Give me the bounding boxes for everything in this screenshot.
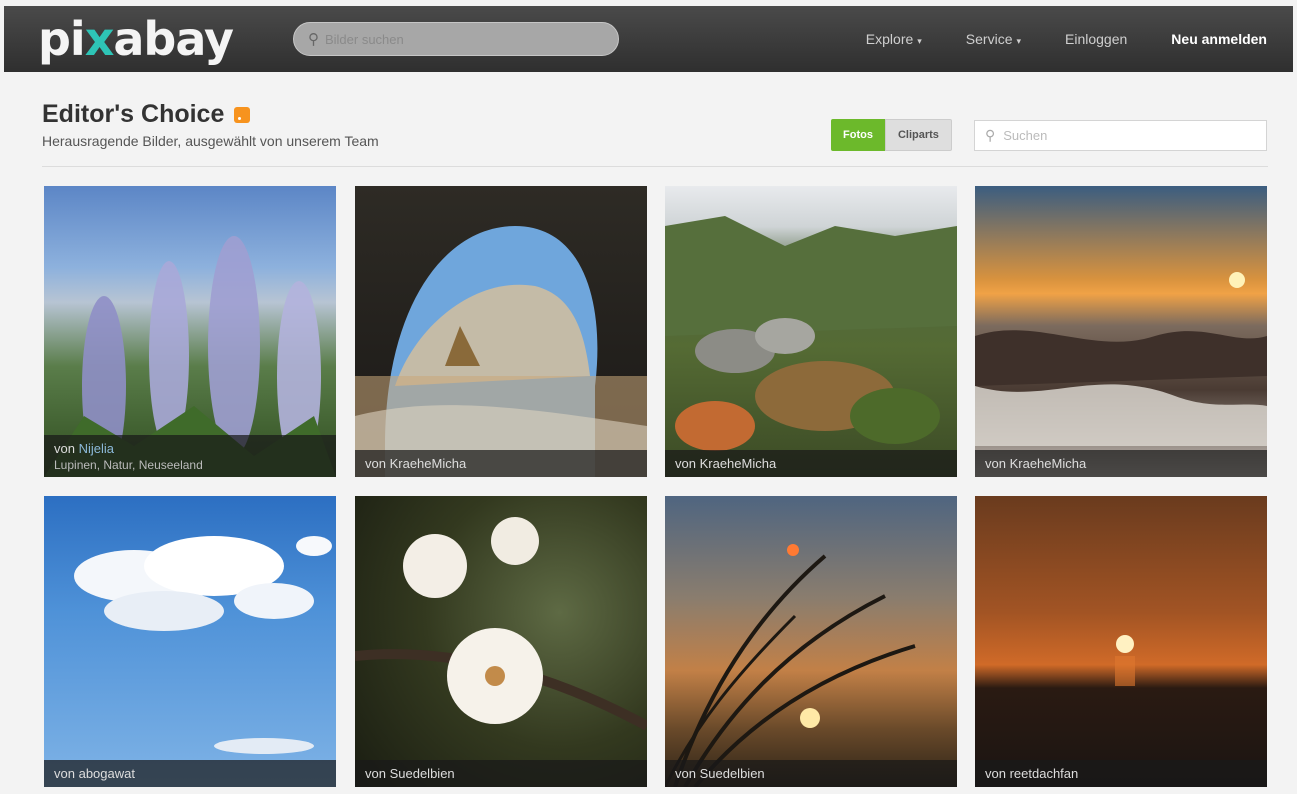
page-title: Editor's Choice	[42, 100, 379, 129]
main-nav: Explore ▾ Service ▾ Einloggen Neu anmelden	[866, 6, 1267, 72]
author-link[interactable]: KraeheMicha	[1010, 456, 1087, 471]
image-tags[interactable]: Lupinen, Natur, Neuseeland	[54, 458, 326, 472]
sea-sunset-image	[1115, 635, 1135, 686]
author-link[interactable]: Nijelia	[79, 441, 114, 456]
search-icon: ⚲	[307, 31, 319, 48]
page-header: Editor's Choice Herausragende Bilder, au…	[42, 100, 379, 149]
image-tile[interactable]: von KraeheMicha	[975, 186, 1267, 477]
image-caption: von KraeheMicha	[665, 450, 957, 477]
nav-login[interactable]: Einloggen	[1065, 31, 1127, 47]
rss-icon[interactable]	[234, 106, 251, 123]
image-caption: von Suedelbien	[665, 760, 957, 787]
filter-search-input[interactable]	[1003, 128, 1244, 143]
pixabay-logo[interactable]: pixabay	[38, 16, 234, 62]
nav-service[interactable]: Service ▾	[966, 31, 1021, 47]
fotos-button[interactable]: Fotos	[831, 119, 885, 151]
grass-sunset-image	[665, 544, 916, 787]
top-search-input[interactable]	[324, 31, 585, 47]
image-tile[interactable]: von KraeheMicha	[355, 186, 647, 477]
author-link[interactable]: Suedelbien	[700, 766, 765, 781]
image-caption: von reetdachfan	[975, 760, 1267, 787]
page-subtitle: Herausragende Bilder, ausgewählt von uns…	[42, 133, 379, 149]
author-link[interactable]: KraeheMicha	[700, 456, 777, 471]
author-link[interactable]: abogawat	[79, 766, 135, 781]
image-caption: von abogawat	[44, 760, 336, 787]
clouds-sky-image	[74, 536, 332, 754]
author-link[interactable]: reetdachfan	[1010, 766, 1079, 781]
chevron-down-icon: ▾	[1016, 36, 1022, 46]
image-tile[interactable]: von KraeheMicha	[665, 186, 957, 477]
chevron-down-icon: ▾	[917, 36, 922, 46]
nav-explore[interactable]: Explore ▾	[866, 31, 922, 47]
top-search-box[interactable]: ⚲	[292, 22, 619, 56]
image-tile[interactable]: von Suedelbien	[355, 496, 647, 787]
media-type-toggle: Fotos Cliparts	[831, 119, 952, 151]
filter-search-box[interactable]: ⚲	[974, 120, 1267, 151]
sunset-waves-image	[975, 272, 1267, 446]
author-link[interactable]: KraeheMicha	[390, 456, 467, 471]
image-tile[interactable]: von reetdachfan	[975, 496, 1267, 787]
search-icon: ⚲	[985, 127, 996, 143]
cathedral-cove-image	[355, 226, 647, 477]
image-caption: von KraeheMicha	[355, 450, 647, 477]
mountain-rocks-image	[665, 216, 957, 451]
image-tile[interactable]: von Nijelia Lupinen, Natur, Neuseeland	[44, 186, 336, 477]
image-tile[interactable]: von Suedelbien	[665, 496, 957, 787]
author-link[interactable]: Suedelbien	[390, 766, 455, 781]
image-caption: von KraeheMicha	[975, 450, 1267, 477]
lupine-flowers-image	[44, 236, 336, 477]
cliparts-button[interactable]: Cliparts	[884, 119, 952, 151]
header-divider	[42, 166, 1268, 167]
image-tile[interactable]: von abogawat	[44, 496, 336, 787]
top-navigation-bar: pixabay ⚲ Explore▾ Service▾ Einloggen Ne…	[4, 6, 1293, 72]
cherry-blossom-image	[355, 517, 647, 731]
nav-register[interactable]: Neu anmelden	[1171, 31, 1267, 47]
image-caption: von Suedelbien	[355, 760, 647, 787]
image-caption: von Nijelia Lupinen, Natur, Neuseeland	[44, 435, 336, 477]
